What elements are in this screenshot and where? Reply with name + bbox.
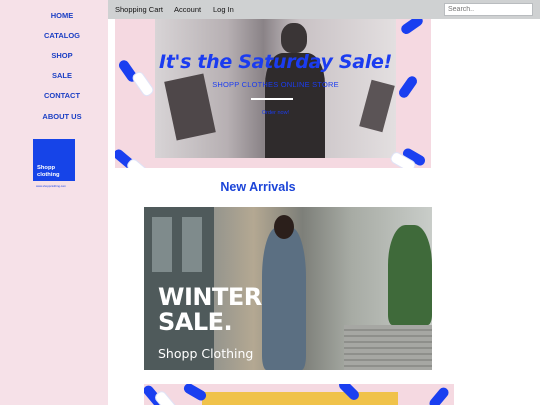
window-image xyxy=(152,217,172,272)
winter-sale-banner[interactable]: WINTER SALE. Shopp Clothing xyxy=(144,207,432,370)
order-now-link[interactable]: Order now! xyxy=(155,110,396,116)
model-head xyxy=(281,23,307,53)
model-figure xyxy=(262,227,306,370)
winter-sale-headline: WINTER SALE. xyxy=(158,285,262,335)
confetti-shape xyxy=(397,74,419,100)
banner-photo xyxy=(202,392,398,405)
sidebar-item-sale[interactable]: SALE xyxy=(0,71,124,80)
account-link[interactable]: Account xyxy=(174,5,201,14)
tree-image xyxy=(388,225,432,325)
logo-caption: www.shoppclothing.com xyxy=(36,184,67,188)
promo-banner-partial[interactable] xyxy=(144,384,454,405)
new-arrivals-heading: New Arrivals xyxy=(220,180,296,194)
sidebar: HOME CATALOG SHOP SALE CONTACT ABOUT US … xyxy=(0,0,108,405)
confetti-shape xyxy=(399,19,425,36)
saturday-sale-banner[interactable]: It's the Saturday Sale! SHOPP CLOTHES ON… xyxy=(115,19,431,168)
window-image xyxy=(182,217,202,272)
winter-sale-line-2: SALE. xyxy=(158,308,233,336)
sidebar-item-home[interactable]: HOME xyxy=(0,11,124,20)
sidebar-item-about-us[interactable]: ABOUT US xyxy=(0,112,124,121)
sidebar-item-shop[interactable]: SHOP xyxy=(0,51,124,60)
model-head xyxy=(274,215,294,239)
logo-line-2: clothing xyxy=(37,171,60,178)
sale-headline: It's the Saturday Sale! xyxy=(159,51,392,73)
log-in-link[interactable]: Log In xyxy=(213,5,234,14)
sidebar-item-catalog[interactable]: CATALOG xyxy=(0,31,124,40)
sidebar-item-contact[interactable]: CONTACT xyxy=(0,91,124,100)
winter-sale-line-1: WINTER xyxy=(158,283,262,311)
brand-logo[interactable]: Shopp clothing xyxy=(33,139,75,181)
winter-sale-brand: Shopp Clothing xyxy=(158,346,254,361)
search-input[interactable] xyxy=(444,3,533,16)
confetti-shape xyxy=(153,389,179,405)
steps-image xyxy=(344,325,432,370)
divider xyxy=(251,98,293,100)
logo-text: Shopp clothing xyxy=(37,165,60,178)
confetti-shape xyxy=(182,384,208,403)
sale-subtitle: SHOPP CLOTHES ONLINE STORE xyxy=(212,80,339,89)
confetti-shape xyxy=(427,385,451,405)
confetti-shape xyxy=(130,69,156,99)
shopping-cart-link[interactable]: Shopping Cart xyxy=(115,5,163,14)
